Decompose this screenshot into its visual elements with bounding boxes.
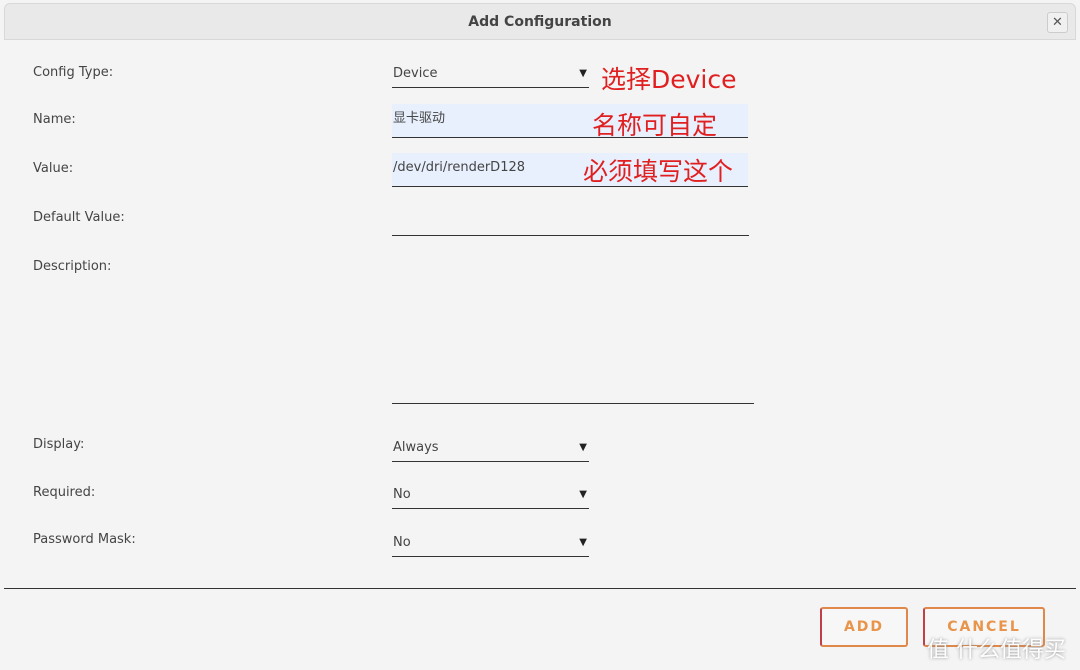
dialog-title: Add Configuration xyxy=(468,14,612,30)
dropdown-arrow-icon: ▼ xyxy=(579,537,587,548)
config-type-select[interactable]: Device ▼ xyxy=(392,62,589,88)
dropdown-arrow-icon: ▼ xyxy=(579,442,587,453)
dialog-titlebar: Add Configuration ✕ xyxy=(4,3,1076,40)
name-label: Name: xyxy=(33,112,76,127)
password-mask-select[interactable]: No ▼ xyxy=(392,531,589,557)
description-textarea[interactable] xyxy=(392,255,754,404)
default-value-label: Default Value: xyxy=(33,210,125,225)
annotation-value: 必须填写这个 xyxy=(583,157,734,186)
add-button[interactable]: ADD xyxy=(820,607,908,647)
display-label: Display: xyxy=(33,437,85,452)
dropdown-arrow-icon: ▼ xyxy=(579,489,587,500)
close-icon[interactable]: ✕ xyxy=(1047,12,1068,33)
default-value-input[interactable] xyxy=(392,210,749,236)
annotation-config-type: 选择Device xyxy=(601,65,737,94)
description-label: Description: xyxy=(33,259,112,274)
config-type-label: Config Type: xyxy=(33,65,114,80)
required-select[interactable]: No ▼ xyxy=(392,483,589,509)
value-label: Value: xyxy=(33,161,74,176)
config-type-value: Device xyxy=(393,66,438,81)
display-select[interactable]: Always ▼ xyxy=(392,436,589,462)
password-mask-value: No xyxy=(393,535,411,550)
watermark: 值 什么值得买 xyxy=(927,638,1066,663)
required-label: Required: xyxy=(33,485,96,500)
footer-divider xyxy=(4,588,1076,589)
required-value: No xyxy=(393,487,411,502)
annotation-name: 名称可自定 xyxy=(592,111,718,140)
password-mask-label: Password Mask: xyxy=(33,532,136,547)
dropdown-arrow-icon: ▼ xyxy=(579,68,587,79)
display-value: Always xyxy=(393,440,439,455)
